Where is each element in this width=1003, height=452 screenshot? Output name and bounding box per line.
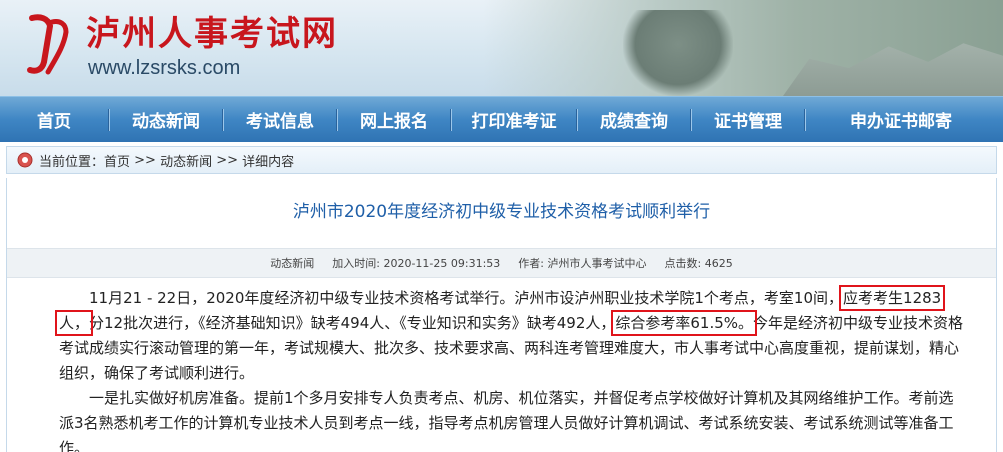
nav-item-certificate[interactable]: 证书管理 [692, 97, 804, 143]
meta-clicks-label: 点击数: [664, 257, 702, 270]
site-header: 泸州人事考试网 www.lzsrsks.com [0, 0, 1003, 96]
nav-item-exam-info[interactable]: 考试信息 [224, 97, 336, 143]
breadcrumb-home-link[interactable]: 首页 [104, 151, 130, 170]
nav-item-online-register[interactable]: 网上报名 [338, 97, 450, 143]
breadcrumb-section-link[interactable]: 动态新闻 [160, 151, 212, 170]
meta-time: 加入时间: 2020-11-25 09:31:53 [332, 255, 500, 271]
article-panel: 泸州市2020年度经济初中级专业技术资格考试顺利举行 动态新闻 加入时间: 20… [6, 178, 997, 452]
meta-author-label: 作者: [518, 257, 545, 270]
meta-category: 动态新闻 [270, 257, 315, 270]
breadcrumb-current: 详细内容 [242, 154, 295, 170]
breadcrumb-separator: >> [212, 152, 243, 168]
meta-author: 作者: 泸州市人事考试中心 [518, 255, 646, 271]
paragraph-text: 分12批次进行，《经济基础知识》缺考494人、《专业知识和实务》缺考492人， [89, 314, 616, 332]
article-body: 11月21 - 22日，2020年度经济初中级专业技术资格考试举行。泸州市设泸州… [54, 285, 965, 452]
nav-item-news[interactable]: 动态新闻 [110, 97, 222, 143]
header-banner-image [483, 0, 1003, 96]
nav-item-certificate-mail[interactable]: 申办证书邮寄 [806, 97, 996, 143]
article-paragraph: 11月21 - 22日，2020年度经济初中级专业技术资格考试举行。泸州市设泸州… [54, 285, 965, 386]
site-title[interactable]: 泸州人事考试网 [86, 14, 338, 54]
breadcrumb-separator: >> [130, 152, 161, 168]
meta-clicks: 点击数: 4625 [665, 255, 733, 271]
nav-item-score-query[interactable]: 成绩查询 [578, 97, 690, 143]
location-pin-icon [17, 152, 33, 168]
article-title: 泸州市2020年度经济初中级专业技术资格考试顺利举行 [292, 202, 711, 222]
site-url[interactable]: www.lzsrsks.com [88, 56, 240, 80]
article-meta: 动态新闻 加入时间: 2020-11-25 09:31:53 作者: 泸州市人事… [7, 248, 996, 278]
nav-item-home[interactable]: 首页 [0, 97, 108, 143]
meta-author-value: 泸州市人事考试中心 [547, 257, 647, 270]
meta-clicks-value: 4625 [704, 257, 733, 270]
lz-logo-icon[interactable] [26, 12, 72, 78]
article-paragraph: 一是扎实做好机房准备。提前1个多月安排专人负责考点、机房、机位落实，并督促考点学… [59, 389, 954, 452]
breadcrumb-prefix: 当前位置： [39, 154, 105, 170]
highlight-box-attendance-rate: 综合参考率61.5%。 [611, 310, 758, 336]
main-nav: 首页 动态新闻 考试信息 网上报名 打印准考证 成绩查询 证书管理 申办证书邮寄 [0, 96, 1003, 142]
meta-time-value: 2020-11-25 09:31:53 [383, 257, 501, 270]
paragraph-text: 11月21 - 22日，2020年度经济初中级专业技术资格考试举行。泸州市设泸州… [89, 289, 844, 307]
nav-item-print-ticket[interactable]: 打印准考证 [452, 97, 576, 143]
breadcrumb: 当前位置： 首页 >> 动态新闻 >> 详细内容 [6, 146, 997, 174]
meta-time-label: 加入时间: [332, 257, 380, 270]
